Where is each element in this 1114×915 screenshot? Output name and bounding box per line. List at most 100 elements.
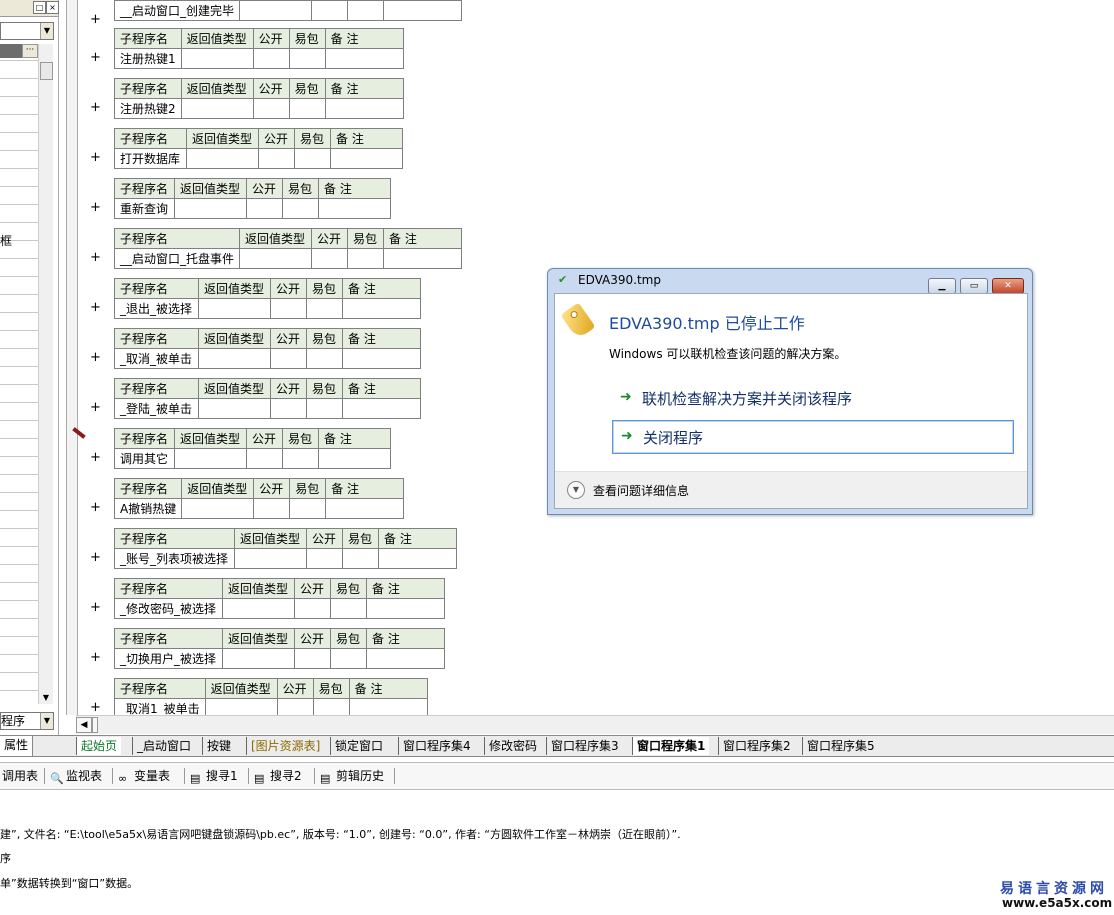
subprogram-field-cell[interactable]	[198, 398, 271, 419]
subprogram-field-cell[interactable]	[311, 248, 349, 269]
subprogram-name-cell[interactable]: _登陆_被单击	[114, 398, 199, 419]
subprogram-value-row[interactable]: __启动窗口_托盘事件	[113, 248, 463, 269]
subprogram-field-cell[interactable]	[383, 0, 463, 21]
maximize-button[interactable]: ▭	[960, 278, 988, 294]
subprogram-field-cell[interactable]	[318, 198, 391, 219]
subprogram-name-cell[interactable]: __启动窗口_创建完毕	[113, 0, 241, 21]
subprogram-table[interactable]: 子程序名 返回值类型 公开 易包备 注 _取消1_被单击	[114, 678, 428, 715]
subprogram-value-row[interactable]: _退出_被选择	[114, 298, 421, 319]
subprogram-field-cell[interactable]	[289, 498, 327, 519]
subprogram-field-cell[interactable]	[306, 348, 343, 369]
expand-details-icon[interactable]: ▼	[567, 481, 585, 499]
subprogram-field-cell[interactable]	[252, 98, 290, 119]
subprogram-value-row[interactable]: 打开数据库	[114, 148, 403, 169]
close-button[interactable]: ✕	[992, 278, 1024, 294]
expand-plus-icon[interactable]: +	[90, 500, 101, 515]
subprogram-name-cell[interactable]: 打开数据库	[114, 148, 187, 169]
check-online-option[interactable]: ➜ 联机检查解决方案并关闭该程序	[612, 382, 1012, 414]
watch-table-button[interactable]: 🔍 监视表	[50, 767, 102, 785]
expand-plus-icon[interactable]: +	[90, 300, 101, 315]
subprogram-field-cell[interactable]	[186, 148, 259, 169]
subprogram-value-row[interactable]: _切换用户_被选择	[114, 648, 445, 669]
tab-8[interactable]: 窗口程序集1	[632, 737, 710, 755]
subprogram-field-cell[interactable]	[174, 198, 247, 219]
subprogram-table[interactable]: 子程序名 返回值类型 公开 易包备 注注册热键1	[114, 28, 404, 69]
expand-plus-icon[interactable]: +	[90, 700, 101, 715]
subprogram-field-cell[interactable]	[276, 698, 314, 715]
scroll-thumb[interactable]	[92, 717, 98, 733]
subprogram-field-cell[interactable]	[306, 398, 343, 419]
subprogram-field-cell[interactable]	[325, 498, 405, 519]
subprogram-table[interactable]: __启动窗口_创建完毕	[113, 0, 463, 21]
subprogram-field-cell[interactable]	[198, 348, 271, 369]
subprogram-field-cell[interactable]	[318, 448, 391, 469]
subprogram-field-cell[interactable]	[288, 48, 326, 69]
subprogram-table[interactable]: 子程序名 返回值类型 公开 易包备 注 A撤销热键	[113, 478, 405, 519]
subprogram-field-cell[interactable]	[234, 548, 307, 569]
subprogram-value-row[interactable]: 重新查询	[114, 198, 391, 219]
expand-plus-icon[interactable]: +	[90, 12, 101, 27]
subprogram-field-cell[interactable]	[222, 598, 295, 619]
subprogram-field-cell[interactable]	[294, 148, 331, 169]
subprogram-field-cell[interactable]	[311, 0, 349, 21]
minimize-button[interactable]: ▁	[928, 278, 956, 294]
tab-7[interactable]: 窗口程序集3	[546, 737, 623, 755]
subprogram-field-cell[interactable]	[324, 48, 404, 69]
subprogram-field-cell[interactable]	[253, 498, 291, 519]
subprogram-value-row[interactable]: _取消_被单击	[114, 348, 421, 369]
subprogram-name-cell[interactable]: 调用其它	[114, 448, 175, 469]
view-details-link[interactable]: 查看问题详细信息	[593, 482, 689, 499]
subprogram-field-cell[interactable]	[180, 48, 254, 69]
subprogram-field-cell[interactable]	[246, 448, 283, 469]
tab-6[interactable]: 修改密码	[484, 737, 541, 755]
subprogram-field-cell[interactable]	[180, 98, 254, 119]
search1-button[interactable]: ▤ 搜寻1	[190, 767, 238, 785]
subprogram-table[interactable]: 子程序名 返回值类型 公开 易包备 注 _修改密码_被选择	[114, 578, 445, 619]
tab-5[interactable]: 窗口程序集4	[398, 737, 475, 755]
expand-plus-icon[interactable]: +	[90, 150, 101, 165]
tab-0[interactable]: 起始页	[76, 737, 122, 755]
subprogram-field-cell[interactable]	[282, 448, 319, 469]
subprogram-field-cell[interactable]	[378, 548, 457, 569]
subprogram-value-row[interactable]: 注册热键1	[114, 48, 404, 69]
subprogram-field-cell[interactable]	[204, 698, 278, 715]
subprogram-field-cell[interactable]	[348, 698, 428, 715]
subprogram-field-cell[interactable]	[252, 48, 290, 69]
subprogram-field-cell[interactable]	[383, 248, 463, 269]
expand-plus-icon[interactable]: +	[90, 550, 101, 565]
subprogram-name-cell[interactable]: _切换用户_被选择	[114, 648, 223, 669]
subprogram-value-row[interactable]: __启动窗口_创建完毕	[113, 0, 463, 21]
subprogram-table[interactable]: 子程序名 返回值类型 公开 易包备 注 _切换用户_被选择	[114, 628, 445, 669]
subprogram-field-cell[interactable]	[330, 148, 403, 169]
subprogram-table[interactable]: 子程序名 返回值类型 公开 易包备 注 _账号_列表项被选择	[114, 528, 457, 569]
subprogram-field-cell[interactable]	[222, 648, 295, 669]
subprogram-field-cell[interactable]	[342, 548, 379, 569]
subprogram-field-cell[interactable]	[282, 198, 319, 219]
tab-2[interactable]: 按键	[202, 737, 235, 755]
subprogram-field-cell[interactable]	[342, 298, 421, 319]
subprogram-field-cell[interactable]	[347, 0, 385, 21]
expand-plus-icon[interactable]: +	[90, 50, 101, 65]
subprogram-table[interactable]: 子程序名 返回值类型 公开 易包备 注 _取消_被单击	[114, 328, 421, 369]
subprogram-field-cell[interactable]	[181, 498, 255, 519]
tab-4[interactable]: 锁定窗口	[330, 737, 387, 755]
tab-1[interactable]: _启动窗口	[132, 737, 195, 755]
subprogram-value-row[interactable]: _登陆_被单击	[114, 398, 421, 419]
subprogram-table[interactable]: 子程序名 返回值类型 公开 易包备 注重新查询	[114, 178, 391, 219]
scroll-left-icon[interactable]: ◀	[76, 717, 92, 733]
subprogram-field-cell[interactable]	[270, 398, 307, 419]
subprogram-value-row[interactable]: 注册热键2	[114, 98, 404, 119]
tab-10[interactable]: 窗口程序集5	[802, 737, 879, 755]
subprogram-name-cell[interactable]: _取消_被单击	[114, 348, 199, 369]
subprogram-table[interactable]: 子程序名 返回值类型 公开 易包备 注 _退出_被选择	[114, 278, 421, 319]
search2-button[interactable]: ▤ 搜寻2	[254, 767, 302, 785]
subprogram-table[interactable]: 子程序名 返回值类型 公开 易包备 注 _登陆_被单击	[114, 378, 421, 419]
subprogram-table[interactable]: 子程序名 返回值类型 公开 易包备 注 __启动窗口_托盘事件	[113, 228, 463, 269]
subprogram-field-cell[interactable]	[347, 248, 385, 269]
subprogram-field-cell[interactable]	[294, 598, 331, 619]
subprogram-value-row[interactable]: 调用其它	[114, 448, 391, 469]
subprogram-name-cell[interactable]: A撤销热键	[113, 498, 183, 519]
subprogram-name-cell[interactable]: 注册热键2	[114, 98, 182, 119]
variable-table-button[interactable]: ∞ 变量表	[118, 767, 170, 785]
subprogram-field-cell[interactable]	[306, 548, 343, 569]
